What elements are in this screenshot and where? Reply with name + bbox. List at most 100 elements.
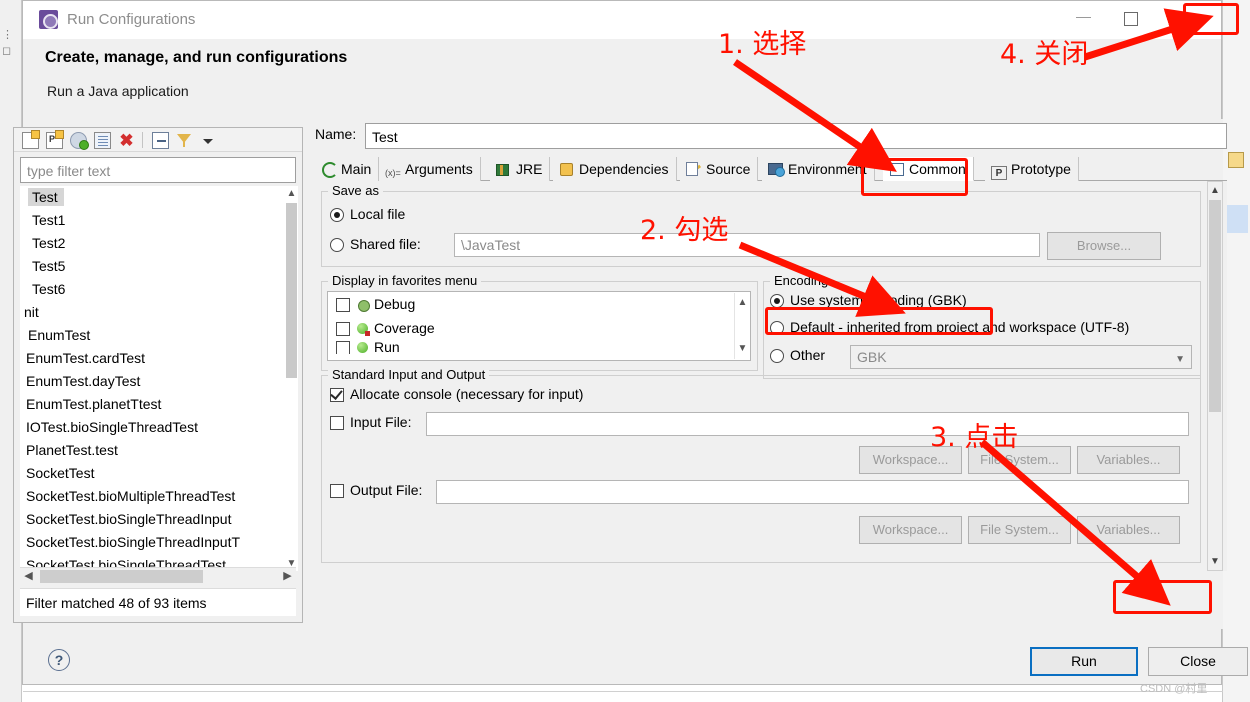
export-icon[interactable]	[70, 132, 89, 150]
delete-icon[interactable]: ✖	[118, 132, 135, 149]
list-item[interactable]: Test1	[20, 209, 296, 232]
debug-checkbox[interactable]	[336, 298, 350, 312]
scroll-thumb[interactable]	[286, 203, 297, 378]
other-encoding-radio[interactable]	[770, 349, 784, 363]
input-file-row[interactable]: Input File:	[330, 414, 411, 430]
annotation-step-2: 2. 勾选	[640, 215, 729, 246]
output-variables-button[interactable]: Variables...	[1077, 516, 1180, 544]
list-item[interactable]: EnumTest.planetTtest	[20, 393, 296, 416]
output-file-input[interactable]	[436, 480, 1189, 504]
list-item[interactable]: PlanetTest.test	[20, 439, 296, 462]
configurations-vertical-scrollbar[interactable]: ▲ ▼	[285, 186, 298, 571]
scroll-thumb-horizontal[interactable]	[40, 570, 203, 583]
standard-io-legend: Standard Input and Output	[328, 367, 490, 382]
output-workspace-button[interactable]: Workspace...	[859, 516, 962, 544]
output-file-system-button[interactable]: File System...	[968, 516, 1071, 544]
maximize-button[interactable]	[1107, 1, 1153, 33]
allocate-console-checkbox[interactable]	[330, 388, 344, 402]
local-file-radio[interactable]	[330, 208, 344, 222]
tab-dependencies[interactable]: Dependencies	[553, 157, 677, 181]
list-item[interactable]: Test	[20, 186, 296, 209]
scroll-up-icon[interactable]: ▲	[285, 186, 298, 201]
list-item-label: PlanetTest.test	[26, 442, 118, 458]
list-item[interactable]: SocketTest.bioSingleThreadInput	[20, 508, 296, 531]
local-file-radio-row[interactable]: Local file	[330, 206, 405, 222]
name-label: Name:	[315, 126, 357, 142]
configurations-horizontal-scrollbar[interactable]: ◀ ▶	[20, 567, 296, 584]
tab-arguments[interactable]: (x)= Arguments	[379, 157, 481, 181]
toolbar-separator	[142, 132, 143, 148]
scroll-up-icon[interactable]: ▲	[735, 295, 750, 311]
other-encoding-combo[interactable]: GBK ▼	[850, 345, 1192, 369]
list-item[interactable]: Test6	[20, 278, 296, 301]
tab-main[interactable]: Main	[315, 157, 380, 181]
list-item-label: EnumTest.cardTest	[26, 350, 146, 366]
help-icon[interactable]: ?	[48, 649, 70, 671]
tab-jre[interactable]: JRE	[490, 157, 551, 181]
input-file-checkbox[interactable]	[330, 416, 344, 430]
list-item[interactable]: IOTest.bioSingleThreadTest	[20, 416, 296, 439]
filter-input[interactable]: type filter text	[20, 157, 296, 183]
tab-bar: Main (x)= Arguments JRE Dependencies Sour…	[315, 157, 1227, 181]
collapse-all-icon[interactable]	[152, 132, 169, 149]
list-item[interactable]: SocketTest	[20, 462, 296, 485]
list-item[interactable]: EnumTest.cardTest	[20, 347, 296, 370]
favorites-item-debug[interactable]: Debug	[328, 292, 750, 316]
scroll-left-icon[interactable]: ◀	[20, 568, 37, 585]
main-icon	[321, 162, 338, 178]
favorites-legend: Display in favorites menu	[328, 273, 482, 288]
browse-button[interactable]: Browse...	[1047, 232, 1161, 260]
name-input[interactable]: Test	[365, 123, 1227, 149]
run-button[interactable]: Run	[1030, 647, 1138, 676]
scroll-down-icon[interactable]: ▼	[1208, 553, 1222, 570]
system-encoding-radio[interactable]	[770, 294, 784, 308]
list-item[interactable]: nit	[20, 301, 296, 324]
favorites-list[interactable]: Debug Coverage Run ▲ ▼	[327, 291, 751, 361]
dialog-body: P ✖ type filter text Test Test1 Test2 Te…	[13, 119, 1227, 692]
shared-file-input[interactable]: \JavaTest	[454, 233, 1040, 257]
tab-environment[interactable]: Environment	[762, 157, 875, 181]
favorites-scrollbar[interactable]: ▲ ▼	[734, 293, 749, 359]
output-file-checkbox[interactable]	[330, 484, 344, 498]
configurations-tree[interactable]: Test Test1 Test2 Test5 Test6 nit EnumTes…	[20, 186, 296, 571]
view-menu-icon[interactable]	[200, 132, 217, 149]
ide-right-icon	[1228, 152, 1244, 168]
run-configurations-dialog: Run Configurations × Create, manage, and…	[13, 0, 1248, 692]
filter-icon[interactable]	[176, 132, 193, 149]
other-encoding-radio-row[interactable]: Other	[770, 347, 825, 363]
run-checkbox[interactable]	[336, 341, 350, 354]
system-encoding-radio-row[interactable]: Use system encoding (GBK)	[770, 292, 967, 308]
tab-prototype[interactable]: P Prototype	[985, 157, 1079, 181]
list-item[interactable]: SocketTest.bioSingleThreadInputT	[20, 531, 296, 554]
favorites-item-coverage[interactable]: Coverage	[328, 316, 750, 340]
scroll-down-icon[interactable]: ▼	[735, 341, 750, 357]
highlight-apply-button	[1113, 580, 1212, 614]
input-variables-button[interactable]: Variables...	[1077, 446, 1180, 474]
new-configuration-icon[interactable]	[22, 130, 40, 149]
duplicate-icon[interactable]	[94, 132, 111, 149]
list-item[interactable]: EnumTest.dayTest	[20, 370, 296, 393]
output-file-row[interactable]: Output File:	[330, 482, 422, 498]
scroll-thumb[interactable]	[1209, 200, 1221, 412]
close-button[interactable]: Close	[1148, 647, 1248, 676]
list-item[interactable]: SocketTest.bioMultipleThreadTest	[20, 485, 296, 508]
input-file-input[interactable]	[426, 412, 1189, 436]
shared-file-radio-row[interactable]: Shared file:	[330, 236, 421, 252]
scroll-right-icon[interactable]: ▶	[279, 568, 296, 585]
shared-file-radio[interactable]	[330, 238, 344, 252]
allocate-console-row[interactable]: Allocate console (necessary for input)	[330, 386, 583, 402]
list-item[interactable]: Test5	[20, 255, 296, 278]
tab-source[interactable]: Source	[680, 157, 759, 181]
scroll-up-icon[interactable]: ▲	[1208, 182, 1222, 199]
list-item[interactable]: Test2	[20, 232, 296, 255]
list-item[interactable]: EnumTest	[20, 324, 296, 347]
tab-content-scrollbar[interactable]: ▲ ▼	[1207, 181, 1223, 571]
favorites-item-run[interactable]: Run	[328, 340, 750, 354]
list-item-label: Test2	[32, 235, 66, 251]
coverage-checkbox[interactable]	[336, 322, 350, 336]
ide-right-tab	[1226, 205, 1248, 233]
configurations-toolbar: P ✖	[14, 128, 302, 152]
new-prototype-icon[interactable]: P	[46, 130, 64, 149]
allocate-console-label: Allocate console (necessary for input)	[350, 386, 584, 402]
minimize-button[interactable]	[1061, 1, 1107, 33]
